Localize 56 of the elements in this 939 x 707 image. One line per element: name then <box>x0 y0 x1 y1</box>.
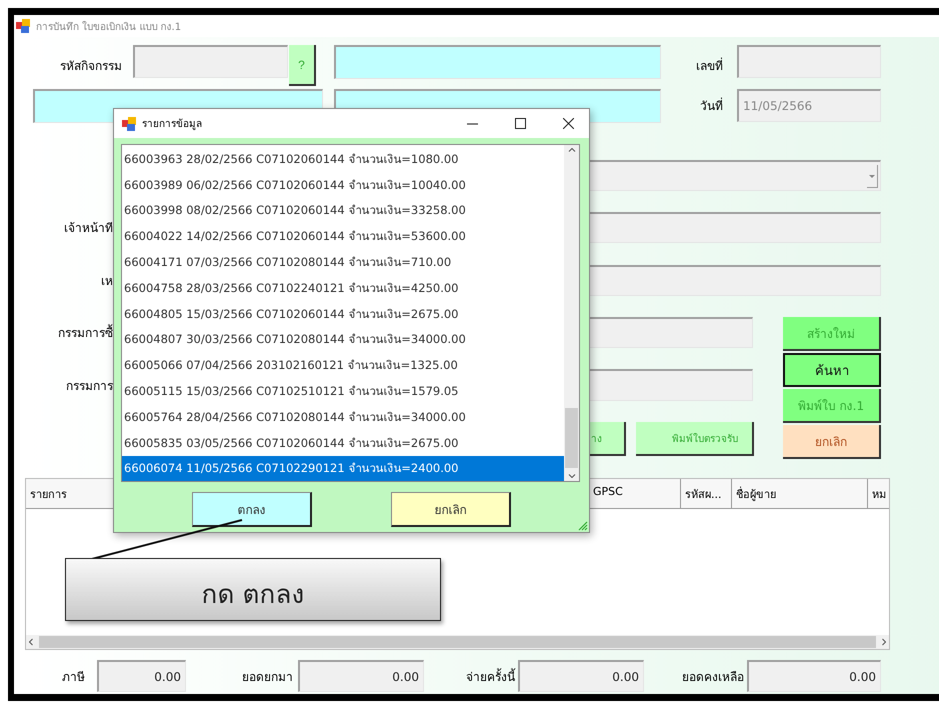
list-item[interactable]: 66004758 28/03/2566 C07102240121 จำนวนเงิน=4250.00 <box>122 274 564 301</box>
ok-button[interactable]: ตกลง <box>192 492 312 527</box>
app-icon <box>122 116 136 130</box>
scroll-left-icon[interactable] <box>29 638 33 646</box>
list-item[interactable]: 66004807 30/03/2566 C07102080144 จำนวนเงิน=34000.00 <box>122 326 564 352</box>
scroll-thumb[interactable] <box>565 408 578 468</box>
list-item[interactable]: 66004022 14/02/2566 C07102060144 จำนวนเงิน=53600.00 <box>122 223 564 250</box>
field-label: กรรมการ <box>65 378 113 394</box>
app-icon <box>16 19 30 33</box>
caret-icon <box>869 175 875 178</box>
list-item[interactable]: 66006074 11/05/2566 C07102290121 จำนวนเงิน=2400.00 <box>122 456 564 481</box>
field-label: ภาษี <box>61 668 85 686</box>
input-field[interactable]: 0.00 <box>747 660 881 692</box>
list-item[interactable]: 66004805 15/03/2566 C07102060144 จำนวนเงิน=2675.00 <box>122 300 564 327</box>
scroll-down-icon[interactable] <box>568 474 576 478</box>
close-icon[interactable] <box>562 118 574 129</box>
scrollbar[interactable] <box>26 635 889 649</box>
scroll-thumb[interactable] <box>39 636 876 648</box>
list-item[interactable]: 66005835 03/05/2566 C07102060144 จำนวนเงิน=2675.00 <box>122 430 564 456</box>
list-item[interactable]: 66005115 15/03/2566 C07102510121 จำนวนเงิน=1579.05 <box>122 378 564 404</box>
scroll-up-icon[interactable] <box>568 148 576 152</box>
column-header[interactable]: รหัสผ... <box>681 479 732 508</box>
field-label: วันที่ <box>699 96 723 115</box>
field-label: เจ้าหน้าที <box>63 220 113 237</box>
scrollbar[interactable] <box>564 145 579 481</box>
field-label: ยอดคงเหลือ <box>681 668 744 686</box>
field-label: เห <box>100 273 113 290</box>
field-label: กรรมการซื้ <box>57 323 113 342</box>
field-label: เลขที่ <box>695 56 723 74</box>
input-field[interactable]: 0.00 <box>97 660 186 692</box>
column-header[interactable]: หม <box>868 479 889 508</box>
scroll-right-icon[interactable] <box>882 638 886 646</box>
callout-box: กด ตกลง <box>65 558 441 621</box>
dialog-title: รายการข้อมูล <box>142 118 203 131</box>
input-field[interactable]: 0.00 <box>298 660 424 692</box>
field-label: ยอดยกมา <box>241 668 293 686</box>
action-button[interactable]: ยกเลิก <box>783 425 881 459</box>
action-button[interactable]: ค้นหา <box>783 353 881 387</box>
field-label: รหัสกิจกรรม <box>59 58 122 74</box>
input-field[interactable] <box>737 45 881 78</box>
list-item[interactable]: 66003963 28/02/2566 C07102060144 จำนวนเงิน=1080.00 <box>122 146 564 172</box>
column-header[interactable]: ชื่อผู้ขาย <box>732 479 868 508</box>
list-item[interactable]: 66003989 06/02/2566 C07102060144 จำนวนเงิน=10040.00 <box>122 172 564 198</box>
window-title: การบันทึก ใบขอเบิกเงิน แบบ กง.1 <box>36 20 182 34</box>
input-field[interactable]: 0.00 <box>518 660 644 692</box>
input-field[interactable] <box>334 45 661 79</box>
list-item[interactable]: 66003998 08/02/2566 C07102060144 จำนวนเงิน=33258.00 <box>122 198 564 224</box>
list-item[interactable]: 66005764 28/04/2566 C07102080144 จำนวนเงิน=34000.00 <box>122 404 564 430</box>
minimize-icon[interactable] <box>466 122 478 124</box>
list-item[interactable]: 66004171 07/03/2566 C07102080144 จำนวนเงิน=710.00 <box>122 249 564 275</box>
input-field[interactable] <box>133 45 288 78</box>
list-item[interactable]: 66005066 07/04/2566 203102160121 จำนวนเงิน=1325.00 <box>122 352 564 378</box>
field-label: จ่ายครั้งนี้ <box>465 667 515 686</box>
cancel-button[interactable]: ยกเลิก <box>391 492 511 527</box>
resize-grip-icon[interactable] <box>576 519 588 531</box>
maximize-icon[interactable] <box>514 118 526 129</box>
